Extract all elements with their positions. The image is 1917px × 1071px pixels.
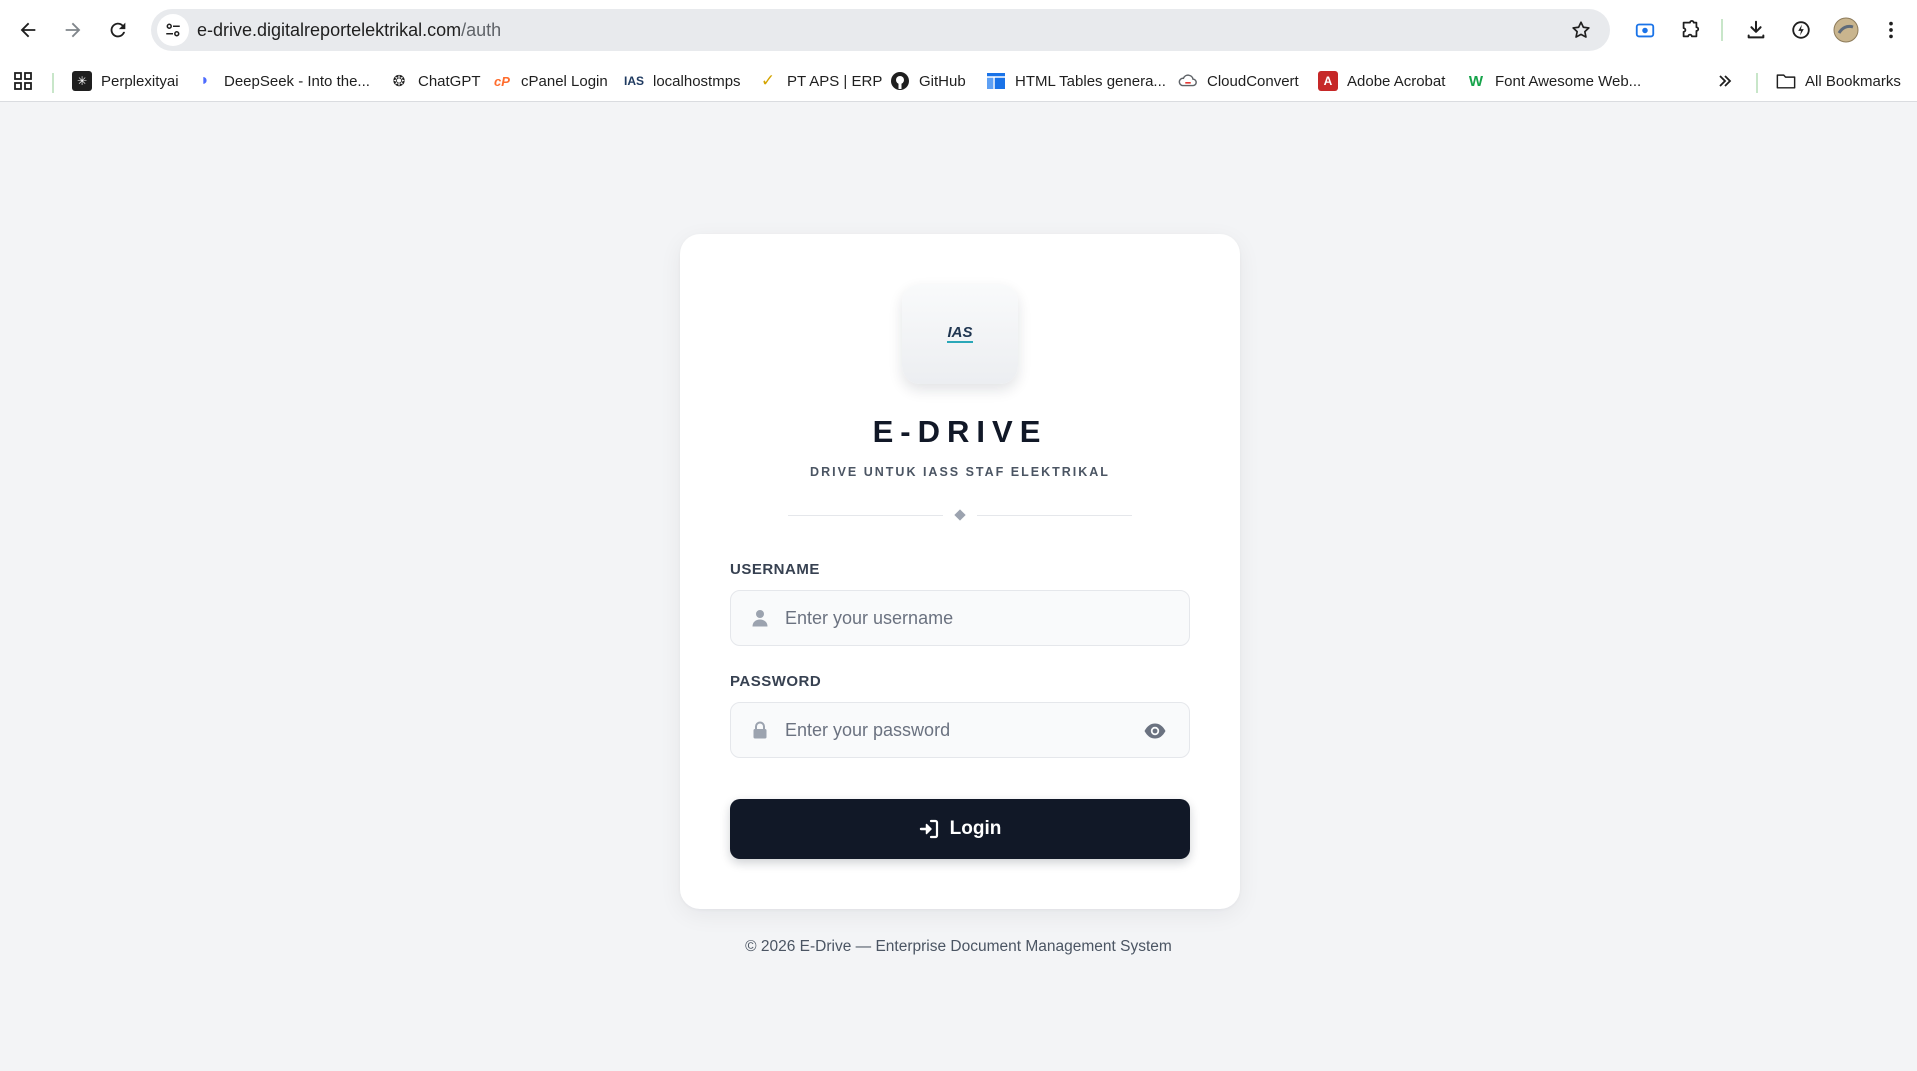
github-icon [890, 71, 910, 91]
password-field [730, 702, 1190, 758]
login-card: IAS E-DRIVE DRIVE UNTUK IASS STAF ELEKTR… [680, 234, 1240, 909]
chevron-double-right-icon [1719, 75, 1732, 87]
bookmark-cloudconvert[interactable]: CloudConvert [1178, 66, 1299, 96]
arrow-right-icon [65, 22, 81, 38]
address-bar[interactable]: e-drive.digitalreportelektrikal.com/auth [151, 9, 1610, 51]
eye-icon[interactable] [1143, 720, 1167, 742]
bookmark-label: HTML Tables genera... [1015, 72, 1166, 90]
aps-icon: ✓ [760, 71, 776, 90]
tune-icon [166, 23, 180, 37]
extensions-button[interactable] [1675, 15, 1705, 45]
bookmark-chatgpt[interactable]: ❂ ChatGPT [389, 66, 481, 96]
lock-icon [753, 721, 767, 739]
bookmark-github[interactable]: GitHub [890, 66, 966, 96]
avatar-icon [1833, 17, 1859, 43]
divider-right [977, 515, 1132, 516]
bookmarks-separator [1756, 73, 1758, 93]
apps-grid-icon [14, 72, 32, 90]
bookmark-star-icon[interactable] [1570, 19, 1592, 41]
ias-icon: IAS [624, 74, 645, 88]
download-icon [1747, 20, 1765, 39]
username-input[interactable] [785, 591, 1125, 645]
downloads-button[interactable] [1741, 15, 1771, 45]
bookmark-deepseek[interactable]: ◗ DeepSeek - Into the... [195, 66, 370, 96]
apps-button[interactable] [13, 66, 33, 96]
bookmark-cpanel[interactable]: cP cPanel Login [492, 66, 608, 96]
more-bookmarks-button[interactable] [1716, 66, 1734, 96]
deepseek-icon: ◗ [200, 72, 210, 89]
reload-button[interactable] [100, 12, 136, 48]
user-icon [752, 610, 768, 627]
bookmark-pt-aps[interactable]: ✓ PT APS | ERP [758, 66, 882, 96]
divider-diamond-icon [954, 509, 966, 521]
bookmark-adobe-acrobat[interactable]: A Adobe Acrobat [1318, 66, 1445, 96]
more-vertical-icon [1889, 21, 1893, 39]
bookmark-label: DeepSeek - Into the... [224, 72, 370, 90]
bookmark-font-awesome[interactable]: W Font Awesome Web... [1466, 66, 1641, 96]
folder-icon [1776, 71, 1796, 91]
cpanel-icon: cP [494, 73, 510, 89]
screen-capture-button[interactable] [1630, 15, 1660, 45]
bookmark-label: GitHub [919, 72, 966, 90]
app-logo: IAS [902, 284, 1018, 384]
bookmarks-separator [52, 73, 54, 93]
forward-button[interactable] [55, 12, 91, 48]
logo-text: IAS [947, 324, 972, 341]
browser-toolbar: e-drive.digitalreportelektrikal.com/auth [0, 0, 1917, 60]
speed-icon [1792, 21, 1810, 39]
cloudconvert-icon [1178, 71, 1198, 91]
browser-menu-button[interactable] [1876, 15, 1906, 45]
bookmark-html-tables[interactable]: HTML Tables genera... [986, 66, 1166, 96]
bookmark-label: Adobe Acrobat [1347, 72, 1446, 90]
bookmark-label: PT APS | ERP [787, 72, 883, 90]
back-button[interactable] [10, 12, 46, 48]
login-button[interactable]: Login [730, 799, 1190, 859]
url-path: /auth [461, 20, 502, 40]
url-text: e-drive.digitalreportelektrikal.com/auth [197, 20, 501, 41]
bookmark-label: Font Awesome Web... [1495, 72, 1642, 90]
password-input[interactable] [785, 703, 1125, 757]
bookmark-label: ChatGPT [418, 72, 481, 90]
toolbar-separator [1721, 19, 1723, 41]
page-footer: © 2026 E-Drive — Enterprise Document Man… [745, 938, 1172, 955]
sign-in-icon [919, 819, 938, 839]
all-bookmarks-button[interactable]: All Bookmarks [1776, 66, 1901, 96]
profile-avatar[interactable] [1831, 15, 1861, 45]
password-label: PASSWORD [730, 673, 822, 690]
fontawesome-icon: W [1468, 72, 1484, 90]
bookmarks-bar: ✳ Perplexityai ◗ DeepSeek - Into the... … [0, 60, 1917, 102]
username-label: USERNAME [730, 561, 820, 578]
bookmark-perplexity[interactable]: ✳ Perplexityai [72, 66, 179, 96]
bookmark-localhostmps[interactable]: IAS localhostmps [624, 66, 741, 96]
app-subtitle: DRIVE UNTUK IASS STAF ELEKTRIKAL [810, 465, 1110, 479]
reload-icon [110, 22, 126, 38]
puzzle-icon [1682, 19, 1700, 38]
ias-logo-icon: IAS [947, 324, 973, 343]
bookmark-label: Perplexityai [101, 72, 179, 90]
url-host: e-drive.digitalreportelektrikal.com [197, 20, 462, 40]
camera-icon [1635, 23, 1655, 38]
chatgpt-icon: ❂ [392, 73, 406, 90]
divider-left [788, 515, 943, 516]
bookmark-label: cPanel Login [521, 72, 608, 90]
arrow-left-icon [20, 22, 36, 38]
tables-icon [986, 71, 1006, 91]
username-field [730, 590, 1190, 646]
app-title: E-DRIVE [872, 414, 1048, 449]
acrobat-icon: A [1318, 71, 1338, 91]
login-label: Login [949, 818, 1002, 839]
all-bookmarks-label: All Bookmarks [1805, 72, 1901, 90]
performance-button[interactable] [1786, 15, 1816, 45]
site-info-button[interactable] [157, 14, 189, 46]
perplexity-icon: ✳ [72, 71, 92, 91]
bookmark-label: localhostmps [653, 72, 741, 90]
bookmark-label: CloudConvert [1207, 72, 1299, 90]
